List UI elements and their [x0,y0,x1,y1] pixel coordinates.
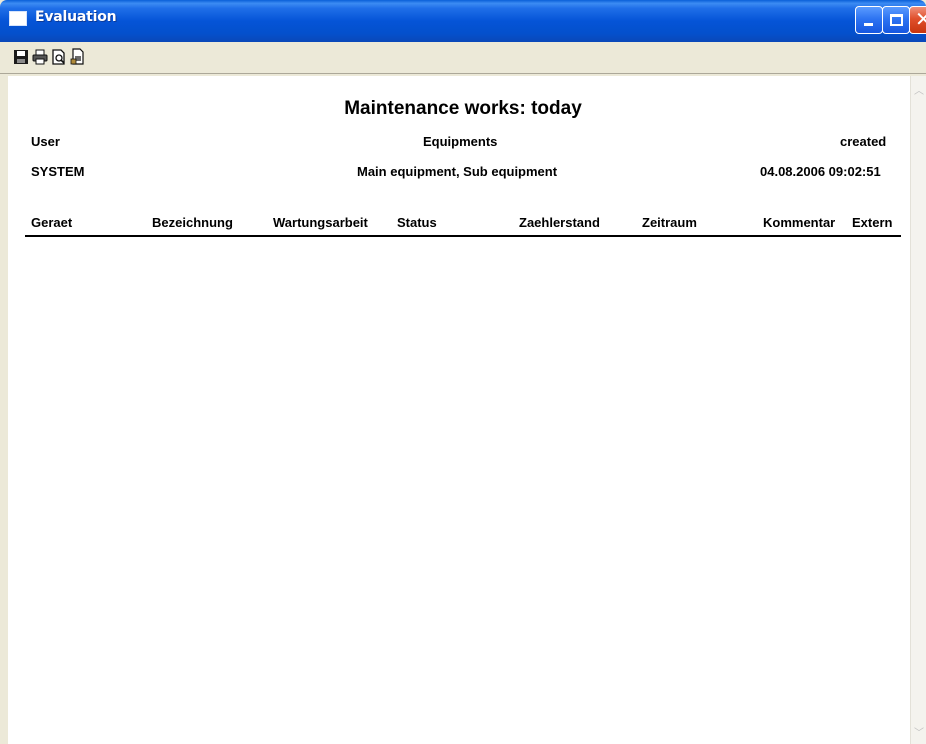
save-icon[interactable] [13,48,29,66]
scroll-up-icon[interactable]: ︿ [914,82,924,97]
header-divider [25,235,901,237]
column-header-kommentar: Kommentar [763,215,836,230]
minimize-button[interactable] [855,6,883,34]
report-title: Maintenance works: today [344,98,582,119]
export-icon[interactable] [70,48,86,66]
print-icon[interactable] [32,48,48,66]
close-button[interactable]: ✕ [909,6,926,34]
column-header-bezeichnung: Bezeichnung [152,215,233,230]
window-title: Evaluation [35,9,117,25]
evaluation-window: Evaluation ✕ ︿ ﹀ Maintenance works: toda… [0,0,926,744]
scroll-down-icon[interactable]: ﹀ [914,724,924,739]
column-header-zaehlerstand: Zaehlerstand [519,215,600,230]
column-header-zeitraum: Zeitraum [642,215,697,230]
maximize-button[interactable] [882,6,910,34]
column-header-extern: Extern [852,215,893,230]
print-preview-icon[interactable] [51,48,67,66]
equipments-value: Main equipment, Sub equipment [357,164,558,179]
close-icon: ✕ [915,9,926,31]
column-header-geraet: Geraet [31,215,73,230]
maximize-icon [890,14,903,26]
column-header-wartungsarbeit: Wartungsarbeit [273,215,368,230]
created-label: created [840,134,887,149]
column-header-status: Status [397,215,437,230]
title-bar[interactable]: Evaluation ✕ [0,0,926,42]
window-icon [9,11,27,26]
created-value: 04.08.2006 09:02:51 [760,164,881,179]
equipments-label: Equipments [423,134,498,149]
user-label: User [31,134,60,149]
toolbar [0,42,926,74]
minimize-icon [864,23,873,26]
user-value: SYSTEM [31,164,85,179]
vertical-scrollbar[interactable]: ︿ ﹀ [910,76,926,744]
